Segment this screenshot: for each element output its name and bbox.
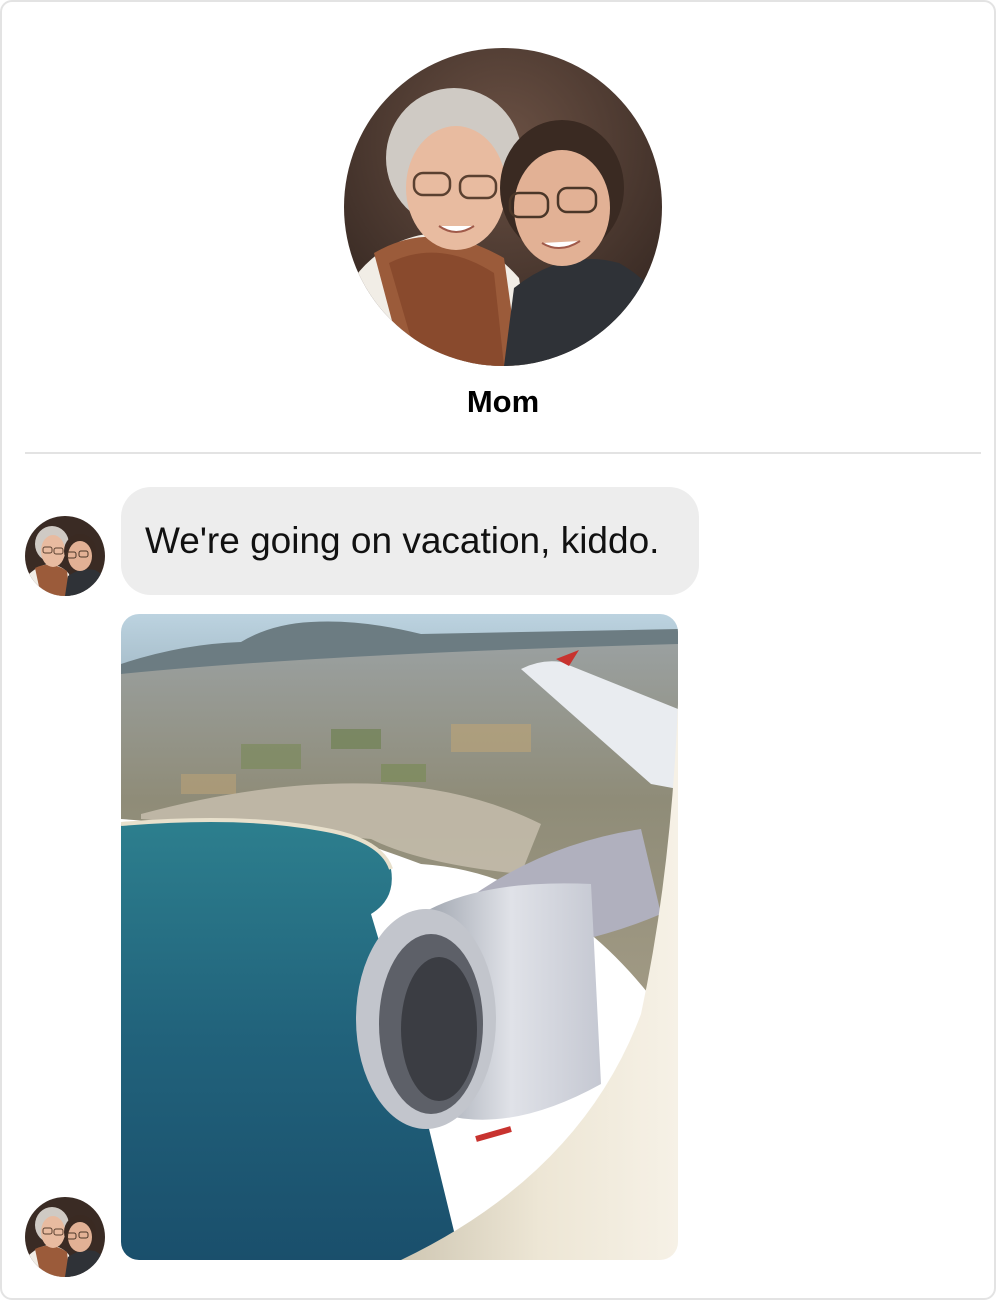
header-divider [25,452,981,454]
message-bubble[interactable]: We're going on vacation, kiddo. [121,487,699,595]
message-image[interactable] [121,614,678,1260]
conversation-header: Mom [0,0,1000,454]
message-text: We're going on vacation, kiddo. [145,520,660,561]
sender-avatar[interactable] [25,1197,105,1277]
contact-name: Mom [466,384,540,419]
sender-avatar[interactable] [25,516,105,596]
contact-avatar-large[interactable] [344,48,662,366]
airplane-window-photo [121,614,678,1260]
